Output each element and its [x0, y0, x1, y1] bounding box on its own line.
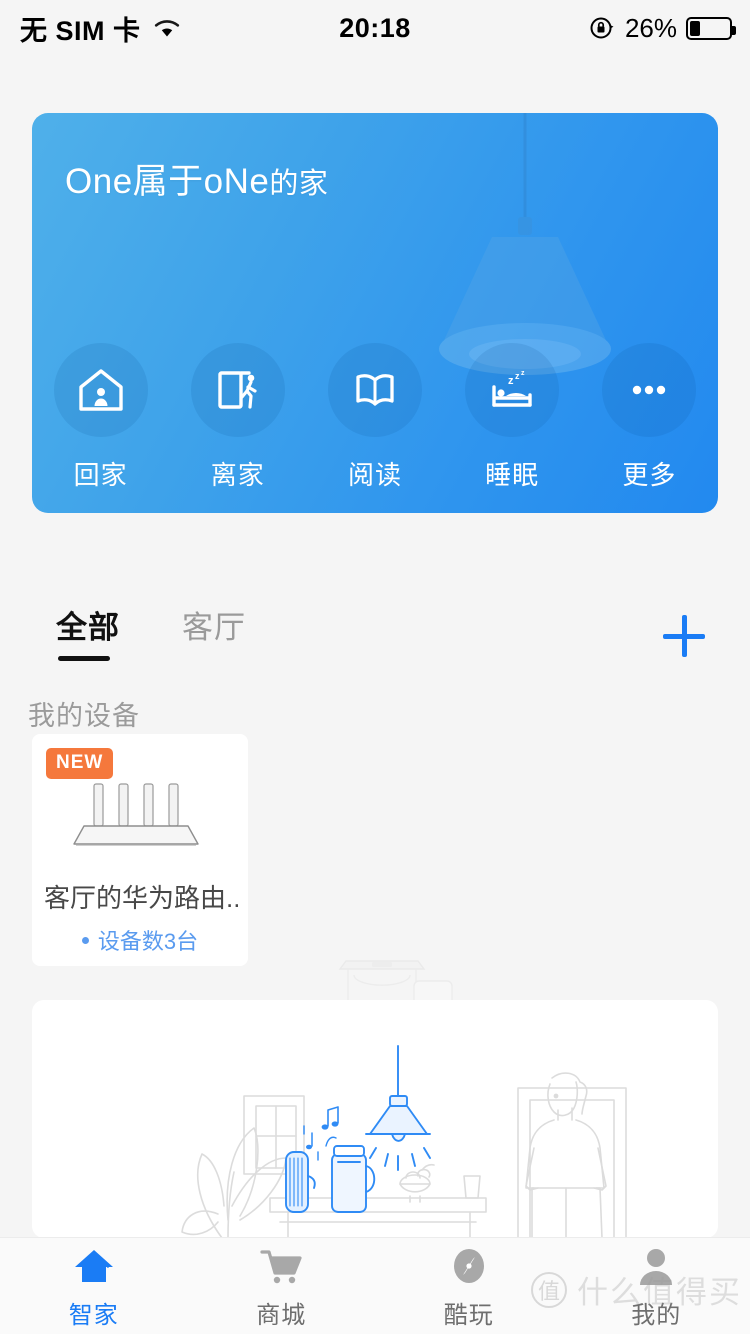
status-bar-right: 26% [588, 12, 736, 44]
scene-icon-wrap [53, 343, 148, 437]
rotation-lock-icon [590, 17, 614, 39]
battery-percent-label: 26% [624, 12, 677, 43]
nav-item-profile[interactable]: 我的 [563, 1238, 750, 1334]
door-exit-icon [218, 371, 257, 409]
scene-button-more[interactable]: 更多 [590, 343, 708, 492]
scene-shortcut-row: 回家 离家 阅读 z z z 睡眠 更多 [32, 343, 718, 492]
nav-label: 酷玩 [443, 1301, 494, 1329]
shopping-cart-icon [260, 1249, 302, 1283]
status-badge: NEW [46, 748, 114, 779]
more-dots-icon [633, 385, 666, 395]
home-hero-card: One属于oNe的家 回家 离家 阅读 z z z 睡眠 更多 [32, 113, 718, 513]
device-tabs-row: 全部 客厅 [0, 602, 750, 678]
scene-icon-wrap [602, 343, 697, 437]
home-icon [74, 1249, 113, 1282]
status-bar: 无 SIM 卡 20:18 26% [0, 0, 750, 56]
person-icon [640, 1248, 673, 1285]
nav-item-store[interactable]: 商城 [188, 1238, 376, 1334]
home-person-icon [78, 369, 123, 411]
wifi-router-illustration [73, 783, 199, 846]
scene-label: 更多 [622, 460, 677, 490]
app-root: 无 SIM 卡 20:18 26% One属于oNe的家 回家 离家 阅读 z … [0, 0, 750, 1334]
scene-button-reading[interactable]: 阅读 [316, 343, 434, 492]
smart-home-scene-illustration [181, 1045, 627, 1238]
hero-title-suffix: 的家 [269, 168, 329, 200]
scene-icon-wrap [190, 343, 285, 437]
my-devices-section-title: 我的设备 [28, 701, 140, 731]
nav-label: 商城 [256, 1301, 307, 1329]
nav-label: 我的 [631, 1301, 682, 1329]
svg-text:z: z [508, 375, 514, 387]
scene-button-sleep[interactable]: z z z 睡眠 [453, 343, 571, 492]
status-dot-icon [81, 936, 89, 944]
device-tabs: 全部 客厅 [56, 602, 246, 661]
scene-button-away[interactable]: 离家 [179, 343, 297, 492]
bottom-navigation: 智家 商城 酷玩 我的 [0, 1237, 750, 1334]
nav-item-smart-home[interactable]: 智家 [0, 1238, 188, 1334]
plus-icon[interactable] [656, 608, 712, 664]
scene-button-home[interactable]: 回家 [42, 343, 160, 492]
scene-icon-wrap [327, 343, 422, 437]
bed-sleep-icon: z z z [492, 370, 532, 407]
device-name: 客厅的华为路由... [44, 883, 238, 913]
tab-label: 客厅 [182, 610, 246, 645]
tab-living-room[interactable]: 客厅 [182, 602, 246, 661]
smart-home-illustration-card[interactable] [32, 1000, 718, 1238]
scene-label: 回家 [73, 460, 128, 490]
compass-icon [453, 1248, 484, 1283]
device-status-label: 设备数3台 [97, 929, 199, 954]
scene-icon-wrap: z z z [465, 343, 560, 437]
tab-label: 全部 [56, 610, 120, 645]
scene-label: 睡眠 [485, 460, 540, 490]
hero-title: One属于oNe的家 [65, 153, 328, 204]
scene-label: 阅读 [347, 460, 402, 490]
device-status: 设备数3台 [32, 924, 248, 956]
svg-text:z: z [521, 370, 525, 377]
hero-title-main: One属于oNe [65, 162, 270, 201]
tab-all[interactable]: 全部 [56, 602, 120, 661]
battery-icon [686, 16, 736, 40]
nav-label: 智家 [68, 1301, 119, 1329]
svg-text:z: z [515, 371, 520, 381]
nav-item-cool-play[interactable]: 酷玩 [375, 1238, 563, 1334]
open-book-icon [356, 374, 394, 406]
device-card[interactable]: NEW 客厅的华为路由... 设备数3台 [32, 734, 248, 966]
scene-label: 离家 [210, 460, 265, 490]
